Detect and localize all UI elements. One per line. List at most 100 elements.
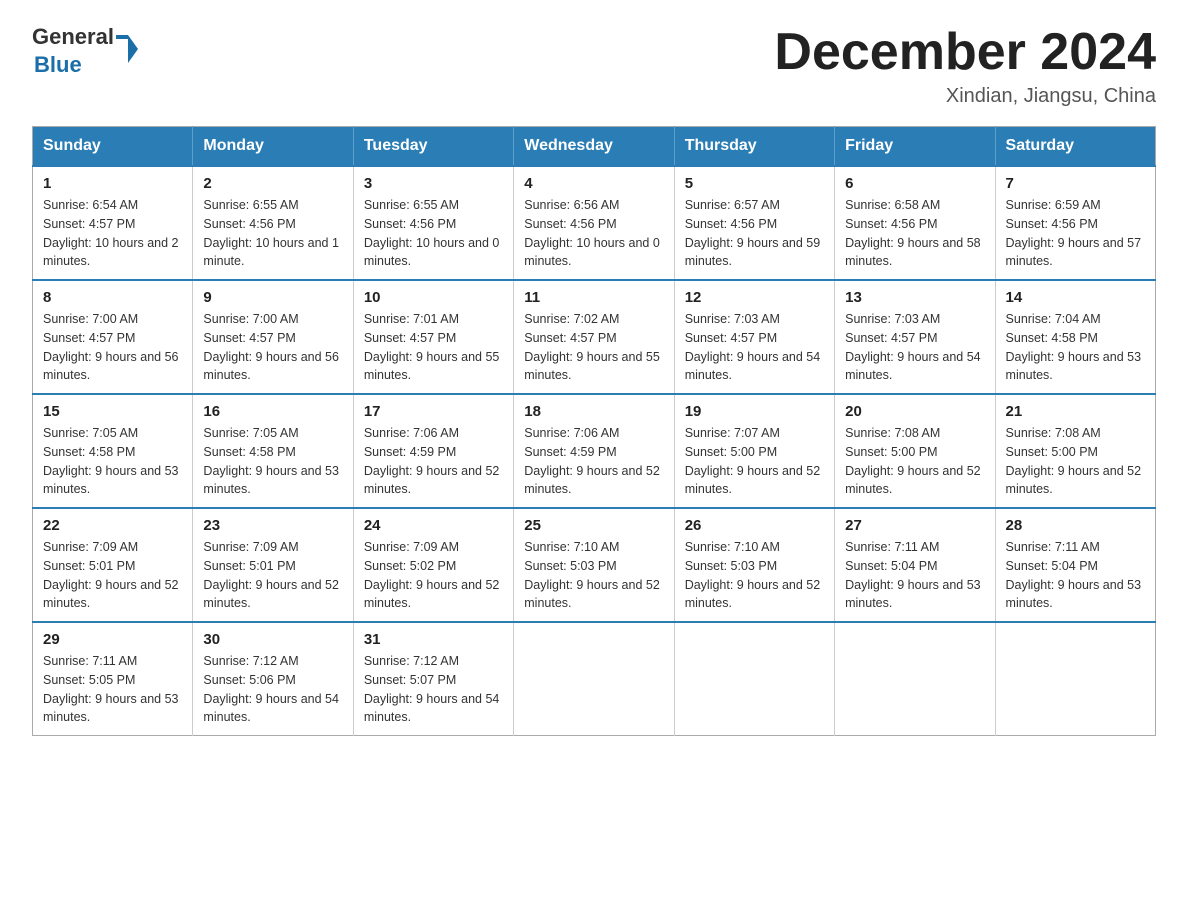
week-row-2: 8 Sunrise: 7:00 AMSunset: 4:57 PMDayligh… [33, 280, 1156, 394]
day-info: Sunrise: 7:03 AMSunset: 4:57 PMDaylight:… [685, 312, 821, 382]
day-info: Sunrise: 7:08 AMSunset: 5:00 PMDaylight:… [1006, 426, 1142, 496]
calendar-cell [514, 622, 674, 736]
day-number: 18 [524, 403, 663, 420]
day-number: 23 [203, 517, 342, 534]
day-number: 27 [845, 517, 984, 534]
day-number: 15 [43, 403, 182, 420]
location-text: Xindian, Jiangsu, China [774, 85, 1156, 108]
calendar-cell: 13 Sunrise: 7:03 AMSunset: 4:57 PMDaylig… [835, 280, 995, 394]
page-header: General Blue December 2024 Xindian, Jian… [32, 24, 1156, 108]
day-number: 1 [43, 175, 182, 192]
day-number: 24 [364, 517, 503, 534]
week-row-4: 22 Sunrise: 7:09 AMSunset: 5:01 PMDaylig… [33, 508, 1156, 622]
day-info: Sunrise: 7:11 AMSunset: 5:05 PMDaylight:… [43, 654, 179, 724]
day-info: Sunrise: 7:04 AMSunset: 4:58 PMDaylight:… [1006, 312, 1142, 382]
calendar-cell: 15 Sunrise: 7:05 AMSunset: 4:58 PMDaylig… [33, 394, 193, 508]
day-number: 30 [203, 631, 342, 648]
calendar-cell: 19 Sunrise: 7:07 AMSunset: 5:00 PMDaylig… [674, 394, 834, 508]
day-number: 28 [1006, 517, 1145, 534]
calendar-cell [995, 622, 1155, 736]
day-number: 6 [845, 175, 984, 192]
calendar-cell: 7 Sunrise: 6:59 AMSunset: 4:56 PMDayligh… [995, 166, 1155, 280]
day-header-thursday: Thursday [674, 127, 834, 167]
day-number: 14 [1006, 289, 1145, 306]
day-number: 12 [685, 289, 824, 306]
day-number: 3 [364, 175, 503, 192]
day-header-monday: Monday [193, 127, 353, 167]
day-header-wednesday: Wednesday [514, 127, 674, 167]
day-info: Sunrise: 7:05 AMSunset: 4:58 PMDaylight:… [43, 426, 179, 496]
day-info: Sunrise: 6:55 AMSunset: 4:56 PMDaylight:… [203, 198, 339, 268]
calendar-cell: 14 Sunrise: 7:04 AMSunset: 4:58 PMDaylig… [995, 280, 1155, 394]
day-number: 25 [524, 517, 663, 534]
day-info: Sunrise: 6:55 AMSunset: 4:56 PMDaylight:… [364, 198, 500, 268]
calendar-cell: 5 Sunrise: 6:57 AMSunset: 4:56 PMDayligh… [674, 166, 834, 280]
day-header-friday: Friday [835, 127, 995, 167]
day-info: Sunrise: 6:54 AMSunset: 4:57 PMDaylight:… [43, 198, 179, 268]
calendar-cell [835, 622, 995, 736]
logo-text: General [32, 24, 128, 50]
day-number: 11 [524, 289, 663, 306]
day-header-saturday: Saturday [995, 127, 1155, 167]
day-info: Sunrise: 7:07 AMSunset: 5:00 PMDaylight:… [685, 426, 821, 496]
calendar-cell: 27 Sunrise: 7:11 AMSunset: 5:04 PMDaylig… [835, 508, 995, 622]
day-info: Sunrise: 7:02 AMSunset: 4:57 PMDaylight:… [524, 312, 660, 382]
calendar-cell: 22 Sunrise: 7:09 AMSunset: 5:01 PMDaylig… [33, 508, 193, 622]
title-area: December 2024 Xindian, Jiangsu, China [774, 24, 1156, 108]
calendar-cell: 21 Sunrise: 7:08 AMSunset: 5:00 PMDaylig… [995, 394, 1155, 508]
day-info: Sunrise: 7:12 AMSunset: 5:06 PMDaylight:… [203, 654, 339, 724]
day-number: 2 [203, 175, 342, 192]
day-info: Sunrise: 7:09 AMSunset: 5:01 PMDaylight:… [203, 540, 339, 610]
day-info: Sunrise: 7:11 AMSunset: 5:04 PMDaylight:… [1006, 540, 1142, 610]
day-number: 22 [43, 517, 182, 534]
calendar-cell [674, 622, 834, 736]
day-number: 7 [1006, 175, 1145, 192]
calendar-cell: 30 Sunrise: 7:12 AMSunset: 5:06 PMDaylig… [193, 622, 353, 736]
day-info: Sunrise: 7:11 AMSunset: 5:04 PMDaylight:… [845, 540, 981, 610]
day-number: 9 [203, 289, 342, 306]
logo: General Blue [32, 24, 128, 78]
calendar-cell: 18 Sunrise: 7:06 AMSunset: 4:59 PMDaylig… [514, 394, 674, 508]
day-header-tuesday: Tuesday [353, 127, 513, 167]
day-header-sunday: Sunday [33, 127, 193, 167]
day-info: Sunrise: 6:57 AMSunset: 4:56 PMDaylight:… [685, 198, 821, 268]
week-row-1: 1 Sunrise: 6:54 AMSunset: 4:57 PMDayligh… [33, 166, 1156, 280]
day-info: Sunrise: 7:12 AMSunset: 5:07 PMDaylight:… [364, 654, 500, 724]
day-number: 16 [203, 403, 342, 420]
header-row: SundayMondayTuesdayWednesdayThursdayFrid… [33, 127, 1156, 167]
calendar-cell: 20 Sunrise: 7:08 AMSunset: 5:00 PMDaylig… [835, 394, 995, 508]
day-info: Sunrise: 7:00 AMSunset: 4:57 PMDaylight:… [203, 312, 339, 382]
calendar-cell: 3 Sunrise: 6:55 AMSunset: 4:56 PMDayligh… [353, 166, 513, 280]
day-number: 10 [364, 289, 503, 306]
day-number: 29 [43, 631, 182, 648]
calendar-cell: 6 Sunrise: 6:58 AMSunset: 4:56 PMDayligh… [835, 166, 995, 280]
day-number: 13 [845, 289, 984, 306]
day-number: 5 [685, 175, 824, 192]
day-info: Sunrise: 7:01 AMSunset: 4:57 PMDaylight:… [364, 312, 500, 382]
calendar-cell: 29 Sunrise: 7:11 AMSunset: 5:05 PMDaylig… [33, 622, 193, 736]
calendar-table: SundayMondayTuesdayWednesdayThursdayFrid… [32, 126, 1156, 736]
calendar-cell: 24 Sunrise: 7:09 AMSunset: 5:02 PMDaylig… [353, 508, 513, 622]
week-row-3: 15 Sunrise: 7:05 AMSunset: 4:58 PMDaylig… [33, 394, 1156, 508]
day-info: Sunrise: 6:56 AMSunset: 4:56 PMDaylight:… [524, 198, 660, 268]
calendar-cell: 16 Sunrise: 7:05 AMSunset: 4:58 PMDaylig… [193, 394, 353, 508]
day-number: 31 [364, 631, 503, 648]
day-info: Sunrise: 7:09 AMSunset: 5:02 PMDaylight:… [364, 540, 500, 610]
day-number: 26 [685, 517, 824, 534]
day-info: Sunrise: 7:03 AMSunset: 4:57 PMDaylight:… [845, 312, 981, 382]
calendar-cell: 1 Sunrise: 6:54 AMSunset: 4:57 PMDayligh… [33, 166, 193, 280]
logo-blue-label: Blue [34, 52, 82, 78]
calendar-cell: 23 Sunrise: 7:09 AMSunset: 5:01 PMDaylig… [193, 508, 353, 622]
logo-general-text: General [32, 24, 114, 50]
calendar-cell: 17 Sunrise: 7:06 AMSunset: 4:59 PMDaylig… [353, 394, 513, 508]
day-info: Sunrise: 7:00 AMSunset: 4:57 PMDaylight:… [43, 312, 179, 382]
calendar-cell: 11 Sunrise: 7:02 AMSunset: 4:57 PMDaylig… [514, 280, 674, 394]
day-number: 4 [524, 175, 663, 192]
day-info: Sunrise: 7:10 AMSunset: 5:03 PMDaylight:… [685, 540, 821, 610]
calendar-cell: 26 Sunrise: 7:10 AMSunset: 5:03 PMDaylig… [674, 508, 834, 622]
day-info: Sunrise: 6:58 AMSunset: 4:56 PMDaylight:… [845, 198, 981, 268]
calendar-cell: 28 Sunrise: 7:11 AMSunset: 5:04 PMDaylig… [995, 508, 1155, 622]
calendar-cell: 25 Sunrise: 7:10 AMSunset: 5:03 PMDaylig… [514, 508, 674, 622]
week-row-5: 29 Sunrise: 7:11 AMSunset: 5:05 PMDaylig… [33, 622, 1156, 736]
calendar-cell: 9 Sunrise: 7:00 AMSunset: 4:57 PMDayligh… [193, 280, 353, 394]
